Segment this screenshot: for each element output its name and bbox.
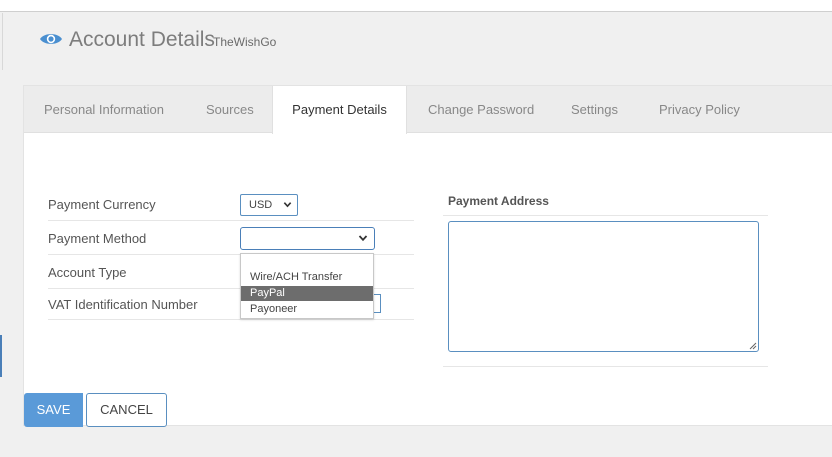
cancel-button[interactable]: CANCEL — [86, 393, 167, 427]
tab-privacy-policy[interactable]: Privacy Policy — [659, 86, 740, 133]
page-subtitle: TheWishGo — [213, 35, 277, 49]
tab-personal-information[interactable]: Personal Information — [44, 86, 164, 133]
payment-address-textarea[interactable] — [448, 221, 759, 352]
option-paypal[interactable]: PayPal — [241, 286, 373, 301]
eye-icon — [40, 34, 62, 44]
chevron-down-icon — [358, 235, 368, 242]
payment-method-dropdown: Wire/ACH Transfer PayPal Payoneer — [240, 253, 374, 319]
vat-number-label: VAT Identification Number — [48, 297, 198, 312]
left-edge-accent — [0, 335, 2, 377]
option-wire-ach-transfer[interactable]: Wire/ACH Transfer — [241, 270, 373, 285]
tab-payment-details[interactable]: Payment Details — [272, 86, 407, 134]
row-payment-currency: Payment Currency — [48, 188, 414, 221]
chevron-down-icon — [283, 202, 292, 208]
page-title: Account Details — [69, 28, 215, 51]
tab-change-password[interactable]: Change Password — [428, 86, 534, 133]
tab-sources[interactable]: Sources — [206, 86, 254, 133]
payment-currency-label: Payment Currency — [48, 197, 156, 212]
account-type-label: Account Type — [48, 265, 127, 280]
payment-currency-select[interactable]: USD — [240, 194, 298, 216]
page-header: Account Details TheWishGo — [2, 13, 832, 70]
tab-bar: Personal Information Sources Payment Det… — [24, 86, 832, 134]
divider — [443, 215, 768, 216]
top-bar — [0, 0, 832, 12]
option-payoneer[interactable]: Payoneer — [241, 302, 373, 317]
save-button[interactable]: SAVE — [24, 393, 83, 427]
payment-method-select[interactable] — [240, 227, 375, 250]
payment-method-label: Payment Method — [48, 231, 147, 246]
account-panel: Personal Information Sources Payment Det… — [23, 85, 832, 427]
payment-address-label: Payment Address — [448, 194, 549, 208]
divider — [443, 366, 768, 367]
resize-grip-icon[interactable] — [749, 342, 757, 350]
tab-settings[interactable]: Settings — [571, 86, 618, 133]
payment-currency-value: USD — [249, 199, 273, 211]
